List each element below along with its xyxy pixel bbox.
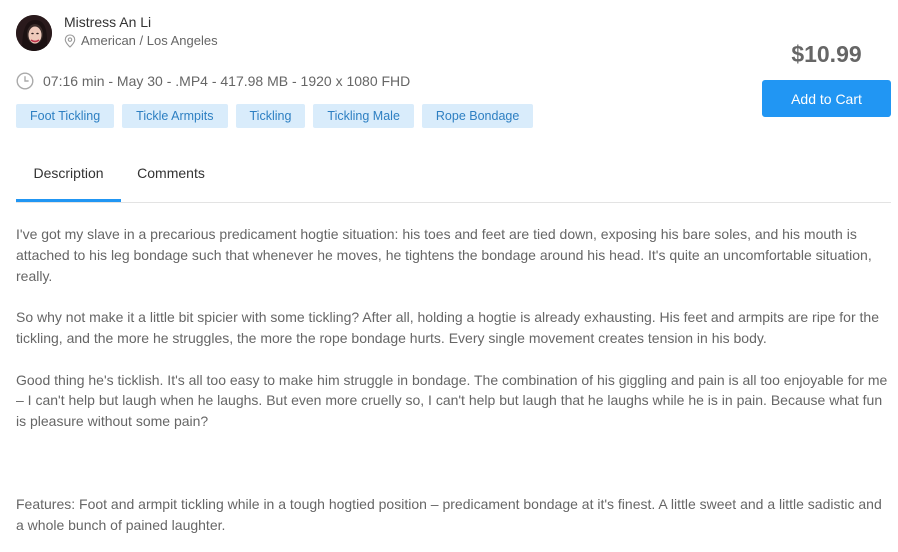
tab-description[interactable]: Description (16, 146, 121, 202)
tag[interactable]: Tickling (235, 104, 306, 128)
product-meta: 07:16 min - May 30 - .MP4 - 417.98 MB - … (16, 72, 410, 90)
description-paragraph: Good thing he's ticklish. It's all too e… (16, 371, 888, 430)
description-paragraph: So why not make it a little bit spicier … (16, 309, 879, 346)
tab-comments[interactable]: Comments (125, 146, 217, 200)
tag[interactable]: Tickle Armpits (122, 104, 228, 128)
product-meta-text: 07:16 min - May 30 - .MP4 - 417.98 MB - … (43, 73, 411, 89)
tab-bar: Description Comments (16, 146, 891, 203)
price: $10.99 (791, 41, 862, 67)
description-body: I've got my slave in a precarious predic… (16, 224, 892, 536)
seller-location-text: American / Los Angeles (81, 33, 218, 48)
description-paragraph: Features: Foot and armpit tickling while… (16, 496, 882, 534)
tag[interactable]: Foot Tickling (16, 104, 115, 128)
seller-location: American / Los Angeles (64, 33, 218, 48)
tag-list: Foot Tickling Tickle Armpits Tickling Ti… (16, 104, 534, 128)
description-paragraph: I've got my slave in a precarious predic… (16, 226, 872, 284)
tag[interactable]: Tickling Male (313, 104, 414, 128)
add-to-cart-button[interactable]: Add to Cart (762, 80, 891, 117)
clock-icon (16, 72, 34, 90)
seller-name[interactable]: Mistress An Li (64, 14, 151, 30)
map-pin-icon (64, 33, 76, 48)
avatar[interactable] (16, 15, 52, 51)
tag[interactable]: Rope Bondage (421, 104, 534, 128)
